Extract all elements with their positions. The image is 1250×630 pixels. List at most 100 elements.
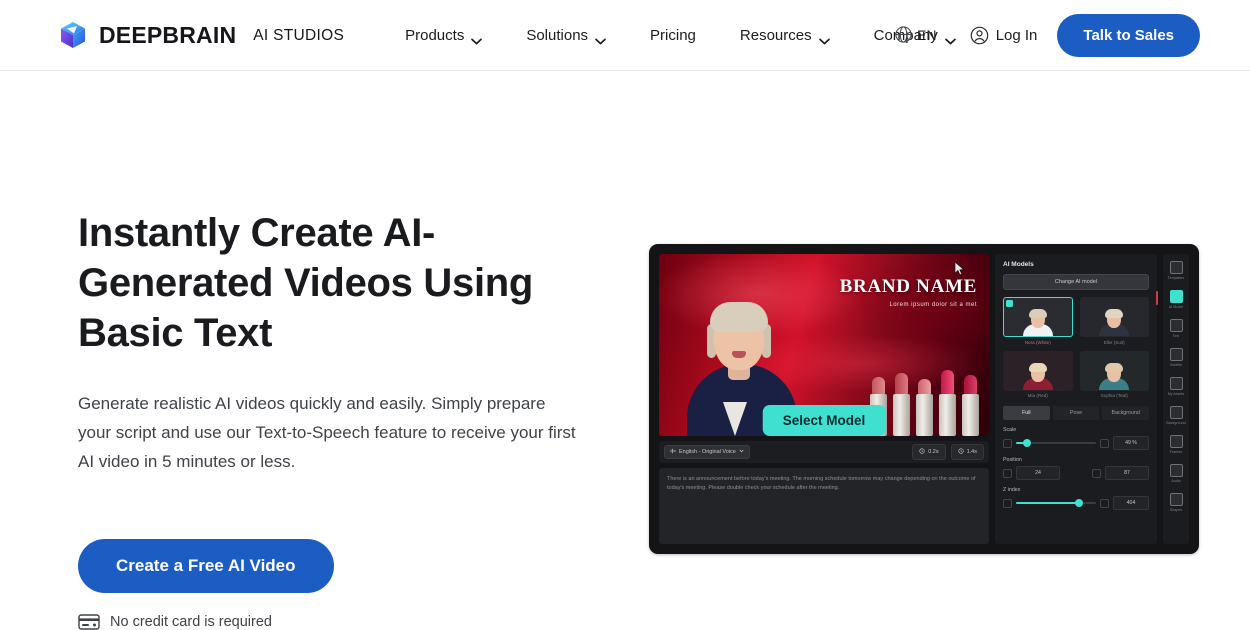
position-label: Position [1003, 457, 1022, 463]
position-y-icon [1092, 468, 1101, 478]
credit-card-icon [78, 614, 100, 630]
scale-slider[interactable] [1016, 439, 1096, 448]
product-preview: BRAND NAME Lorem ipsum dolor sit a met S… [649, 71, 1199, 554]
model-card[interactable]: Mia (Red) [1003, 350, 1073, 398]
rail-item-shapes[interactable]: Shapes [1164, 490, 1188, 515]
nav-label: Products [405, 26, 465, 44]
panel-title: AI Models [1003, 261, 1034, 268]
z-index-control: 404 [1003, 496, 1149, 510]
image-icon [1169, 377, 1183, 390]
user-circle-icon [970, 26, 989, 45]
templates-icon [1169, 261, 1183, 274]
nav-item-products[interactable]: Products [405, 19, 483, 52]
rail-label: Templates [1167, 276, 1185, 280]
clock-icon [957, 448, 964, 456]
rail-label: Audio [1171, 479, 1181, 483]
frames-icon [1169, 435, 1183, 448]
model-card[interactable]: Ellie (Suit) [1079, 297, 1149, 345]
scale-control: 49 % [1003, 436, 1149, 450]
chevron-down-icon [471, 32, 483, 44]
lock-aspect-icon[interactable] [1100, 438, 1109, 448]
position-x-value[interactable]: 24 [1016, 466, 1060, 480]
editor-mockup: BRAND NAME Lorem ipsum dolor sit a met S… [649, 244, 1199, 554]
rail-label: My Assets [1167, 392, 1185, 396]
model-grid: Nora (White) Ellie (Suit) Mia (Red) Soph… [1003, 297, 1149, 398]
no-credit-card-label: No credit card is required [110, 614, 272, 630]
nav-item-pricing[interactable]: Pricing [650, 19, 696, 52]
ai-model-icon [1169, 290, 1183, 303]
subtitles-icon [1169, 348, 1183, 361]
script-textarea[interactable]: There is an announcement before today's … [659, 468, 989, 544]
rail-item-background[interactable]: Background [1164, 403, 1188, 428]
text-icon [1169, 319, 1183, 332]
model-card[interactable]: Sophia (Teal) [1079, 350, 1149, 398]
rail-label: Background [1166, 421, 1186, 425]
no-credit-card-note: No credit card is required [78, 614, 598, 630]
model-name: Nora (White) [1024, 339, 1051, 345]
z-index-step-icon[interactable] [1100, 498, 1109, 508]
language-label: EN [917, 26, 937, 43]
chevron-down-icon [595, 32, 606, 44]
audio-icon [1169, 464, 1183, 477]
clock-icon [919, 448, 925, 456]
rail-item-ai-model[interactable]: AI Model [1156, 287, 1188, 312]
hero-subheading: Generate realistic AI videos quickly and… [78, 394, 576, 471]
rail-label: AI Model [1168, 305, 1184, 309]
layers-icon [1003, 498, 1012, 508]
scale-label: Scale [1003, 427, 1017, 433]
globe-icon [894, 25, 913, 44]
rail-item-my-assets[interactable]: My Assets [1164, 374, 1188, 399]
position-y-value[interactable]: 87 [1105, 466, 1149, 480]
tab-background[interactable]: Background [1102, 406, 1150, 420]
rail-item-text[interactable]: Text [1164, 316, 1188, 341]
total-duration-field[interactable]: 1.4s [950, 444, 984, 460]
model-name: Ellie (Suit) [1103, 339, 1125, 345]
view-mode-tabs: Full Pose Background [1003, 406, 1150, 420]
change-ai-model-button[interactable]: Change AI model [1003, 274, 1149, 290]
nav-label: Solutions [526, 26, 589, 44]
site-header: DEEPBRAIN AI STUDIOS Products Solutions … [0, 0, 1250, 71]
hero-copy: Instantly Create AI-Generated Videos Usi… [78, 71, 598, 630]
rail-item-audio[interactable]: Audio [1164, 461, 1188, 486]
chevron-down-icon [818, 32, 830, 44]
total-duration-value: 1.4s [966, 449, 977, 455]
login-label: Log In [995, 27, 1038, 44]
rail-item-frames[interactable]: Frames [1164, 432, 1188, 457]
lipstick-product-image [870, 370, 979, 436]
rail-label: Shapes [1169, 508, 1183, 512]
voice-selector-chip[interactable]: English - Original Voice [664, 445, 750, 459]
rail-item-templates[interactable]: Templates [1164, 258, 1188, 283]
rail-item-subtitle[interactable]: Subtitle [1164, 345, 1188, 370]
scale-value[interactable]: 49 % [1113, 436, 1149, 450]
rail-label: Text [1172, 334, 1180, 338]
video-canvas[interactable]: BRAND NAME Lorem ipsum dolor sit a met S… [659, 254, 989, 436]
check-icon [1006, 300, 1013, 307]
z-index-slider[interactable] [1016, 499, 1096, 508]
canvas-toolbar: English - Original Voice 0.2s 1.4s [659, 441, 989, 463]
nav-item-solutions[interactable]: Solutions [526, 19, 606, 52]
select-model-button[interactable]: Select Model [762, 405, 886, 436]
main-nav: Products Solutions Pricing Resources Com… [405, 19, 956, 52]
header-actions: Log In Talk to Sales [970, 0, 1200, 71]
clip-duration-field[interactable]: 0.2s [912, 444, 946, 460]
background-icon [1169, 406, 1183, 419]
model-card[interactable]: Nora (White) [1003, 297, 1073, 345]
nav-label: Pricing [650, 26, 696, 44]
create-free-ai-video-button[interactable]: Create a Free AI Video [78, 539, 334, 593]
nav-label: Resources [739, 26, 812, 44]
tab-pose[interactable]: Pose [1052, 406, 1100, 420]
tab-full[interactable]: Full [1003, 406, 1050, 420]
scale-icon [1003, 438, 1012, 448]
chevron-down-icon [739, 449, 744, 455]
position-control: 24 87 [1003, 466, 1149, 480]
chevron-down-icon [944, 32, 956, 44]
waveform-icon [670, 448, 676, 456]
language-selector[interactable]: EN [894, 25, 936, 44]
login-button[interactable]: Log In [970, 26, 1038, 45]
brand-subtitle-text: Lorem ipsum dolor sit a met [889, 302, 977, 308]
talk-to-sales-button[interactable]: Talk to Sales [1057, 14, 1200, 57]
z-index-value[interactable]: 404 [1113, 496, 1149, 510]
brand-logo[interactable]: DEEPBRAIN AI STUDIOS [58, 20, 344, 50]
voice-label: English - Original Voice [679, 449, 736, 455]
nav-item-resources[interactable]: Resources [740, 19, 830, 52]
